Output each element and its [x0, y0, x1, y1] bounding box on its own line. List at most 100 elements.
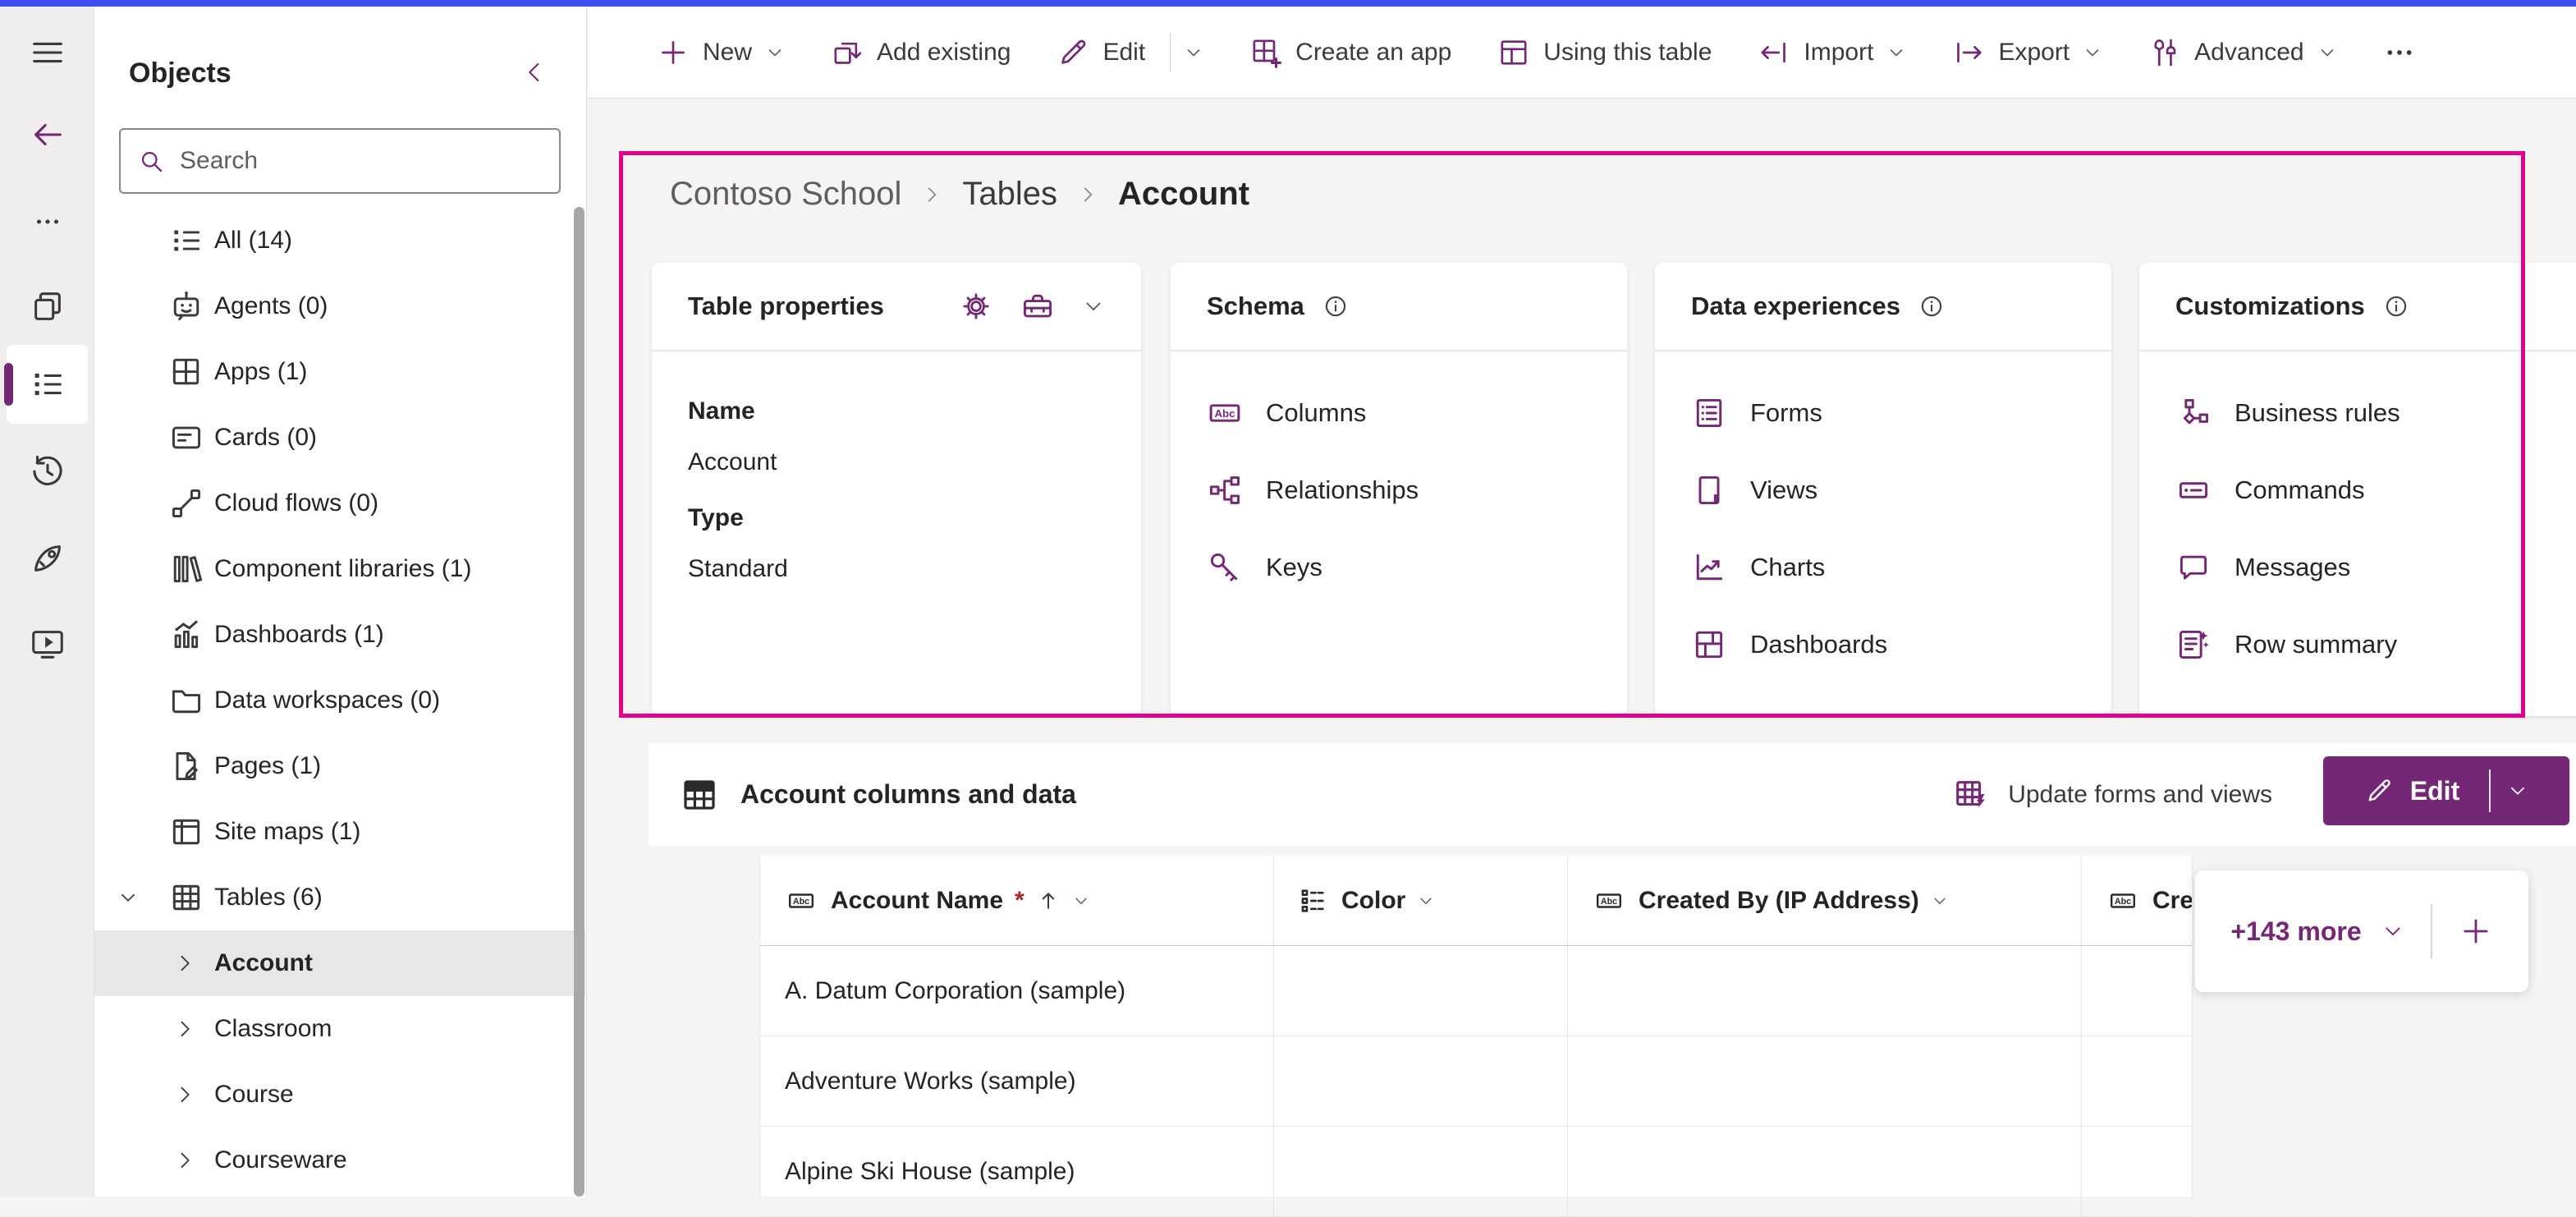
- gear-icon[interactable]: [959, 289, 993, 324]
- chevron-down-icon: [2083, 43, 2102, 62]
- dashboards-link[interactable]: Dashboards: [1691, 606, 2075, 683]
- sidebar-item-component-libraries[interactable]: Component libraries (1): [94, 536, 585, 602]
- rail-more-button[interactable]: [0, 181, 94, 263]
- sidebar-item-cards[interactable]: Cards (0): [94, 405, 585, 471]
- command-bar: New Add existing Edit Create an app Usin…: [588, 7, 2576, 99]
- sidebar-item-site-maps[interactable]: Site maps (1): [94, 799, 585, 865]
- chevron-down-icon[interactable]: [1082, 295, 1105, 318]
- info-icon[interactable]: [1322, 293, 1349, 319]
- collapse-panel-button[interactable]: [522, 59, 548, 85]
- breadcrumb-environment[interactable]: Contoso School: [670, 176, 901, 213]
- chevron-right-icon[interactable]: [173, 1083, 196, 1106]
- export-button[interactable]: Export: [1952, 36, 2102, 69]
- cell-created-by[interactable]: [1568, 1127, 2082, 1216]
- cell-account-name[interactable]: Alpine Ski House (sample): [760, 1127, 1274, 1216]
- sidebar-item-dashboards[interactable]: Dashboards (1): [94, 602, 585, 668]
- browser-tab-indicator-strip: [0, 0, 2576, 7]
- advanced-tools-icon: [2148, 36, 2181, 69]
- new-button[interactable]: New: [657, 36, 785, 69]
- chevron-down-icon[interactable]: [1184, 43, 1203, 62]
- breadcrumb-tables[interactable]: Tables: [962, 176, 1057, 213]
- cell-created-by[interactable]: [1568, 946, 2082, 1036]
- toolbox-icon[interactable]: [1020, 288, 1056, 324]
- sidebar-item-all[interactable]: All (14): [94, 208, 585, 273]
- divider: [2489, 769, 2491, 812]
- ellipsis-icon: [2383, 36, 2416, 69]
- chevron-down-icon[interactable]: [2381, 920, 2404, 943]
- sidebar-item-pages[interactable]: Pages (1): [94, 733, 585, 799]
- update-forms-icon: [1952, 776, 1990, 814]
- column-header-clipped[interactable]: Abc Crea: [2082, 856, 2192, 945]
- table-row: Adventure Works (sample): [760, 1036, 2192, 1127]
- cell-color[interactable]: [1274, 946, 1568, 1036]
- rail-launch-button[interactable]: [0, 517, 94, 599]
- forms-link[interactable]: Forms: [1691, 374, 2075, 452]
- update-forms-and-views-button[interactable]: Update forms and views: [1952, 743, 2272, 846]
- commands-link[interactable]: Commands: [2175, 452, 2560, 529]
- cell-extra[interactable]: [2082, 1127, 2192, 1216]
- row-summary-link[interactable]: Row summary: [2175, 606, 2560, 683]
- cell-created-by[interactable]: [1568, 1036, 2082, 1126]
- sidebar-item-table-courseware[interactable]: Courseware: [94, 1127, 585, 1193]
- panel-scrollbar[interactable]: [574, 207, 584, 1196]
- sidebar-item-table-classroom[interactable]: Classroom: [94, 996, 585, 1062]
- schema-keys-link[interactable]: Keys: [1207, 529, 1591, 606]
- sidebar-item-table-course[interactable]: Course: [94, 1062, 585, 1127]
- chevron-down-icon[interactable]: [1931, 892, 1949, 910]
- chevron-down-icon[interactable]: [1417, 892, 1435, 910]
- cell-color[interactable]: [1274, 1036, 1568, 1126]
- section-title: Account columns and data: [740, 779, 1076, 810]
- hamburger-menu-button[interactable]: [0, 11, 94, 94]
- column-header-account-name[interactable]: Abc Account Name *: [760, 856, 1274, 945]
- sidebar-item-agents[interactable]: Agents (0): [94, 273, 585, 339]
- search-box[interactable]: [119, 128, 561, 194]
- column-header-created-by-ip[interactable]: Abc Created By (IP Address): [1568, 856, 2082, 945]
- chevron-right-icon[interactable]: [173, 1017, 196, 1040]
- sidebar-item-apps[interactable]: Apps (1): [94, 339, 585, 405]
- cell-color[interactable]: [1274, 1127, 1568, 1216]
- abc-icon: Abc: [1591, 886, 1627, 916]
- more-commands-button[interactable]: [2383, 36, 2416, 69]
- cell-account-name[interactable]: A. Datum Corporation (sample): [760, 946, 1274, 1036]
- create-an-app-button[interactable]: Create an app: [1249, 36, 1451, 69]
- info-icon[interactable]: [2383, 293, 2409, 319]
- cell-extra[interactable]: [2082, 1036, 2192, 1126]
- chevron-right-icon[interactable]: [173, 1149, 196, 1172]
- column-header-color[interactable]: Color: [1274, 856, 1568, 945]
- import-button[interactable]: Import: [1758, 36, 1906, 69]
- schema-columns-link[interactable]: AbcColumns: [1207, 374, 1591, 452]
- sidebar-item-cloud-flows[interactable]: Cloud flows (0): [94, 471, 585, 536]
- back-button[interactable]: [0, 94, 94, 176]
- pencil-icon: [1057, 36, 1089, 69]
- advanced-button[interactable]: Advanced: [2148, 36, 2336, 69]
- business-rules-link[interactable]: Business rules: [2175, 374, 2560, 452]
- sidebar-item-table-account[interactable]: Account: [94, 930, 585, 996]
- messages-link[interactable]: Messages: [2175, 529, 2560, 606]
- export-icon: [1952, 36, 1985, 69]
- edit-split-button[interactable]: Edit: [1057, 33, 1203, 72]
- chevron-down-icon[interactable]: [1072, 892, 1090, 910]
- info-icon[interactable]: [1918, 293, 1945, 319]
- chevron-down-icon[interactable]: [2507, 780, 2528, 801]
- edit-data-button[interactable]: Edit: [2323, 756, 2569, 825]
- objects-panel: Objects All (14) Agents (0) Apps (1) Car…: [94, 7, 587, 1196]
- add-existing-button[interactable]: Add existing: [831, 36, 1011, 69]
- more-columns-button[interactable]: +143 more: [2230, 916, 2361, 947]
- rail-history-button[interactable]: [0, 430, 94, 512]
- breadcrumb-current-page: Account: [1118, 176, 1249, 213]
- chevron-right-icon[interactable]: [173, 952, 196, 975]
- rail-pages-button[interactable]: [0, 266, 94, 348]
- using-this-table-button[interactable]: Using this table: [1497, 36, 1712, 69]
- cell-account-name[interactable]: Adventure Works (sample): [760, 1036, 1274, 1126]
- add-column-icon[interactable]: [2459, 914, 2493, 948]
- rail-objects-button[interactable]: [0, 343, 94, 425]
- rail-share-screen-button[interactable]: [0, 603, 94, 685]
- schema-relationships-link[interactable]: Relationships: [1207, 452, 1591, 529]
- search-input[interactable]: [178, 146, 543, 176]
- charts-link[interactable]: Charts: [1691, 529, 2075, 606]
- sidebar-item-tables[interactable]: Tables (6): [94, 865, 585, 930]
- views-link[interactable]: Views: [1691, 452, 2075, 529]
- sidebar-item-data-workspaces[interactable]: Data workspaces (0): [94, 668, 585, 733]
- chevron-down-icon[interactable]: [117, 887, 139, 908]
- cell-extra[interactable]: [2082, 946, 2192, 1036]
